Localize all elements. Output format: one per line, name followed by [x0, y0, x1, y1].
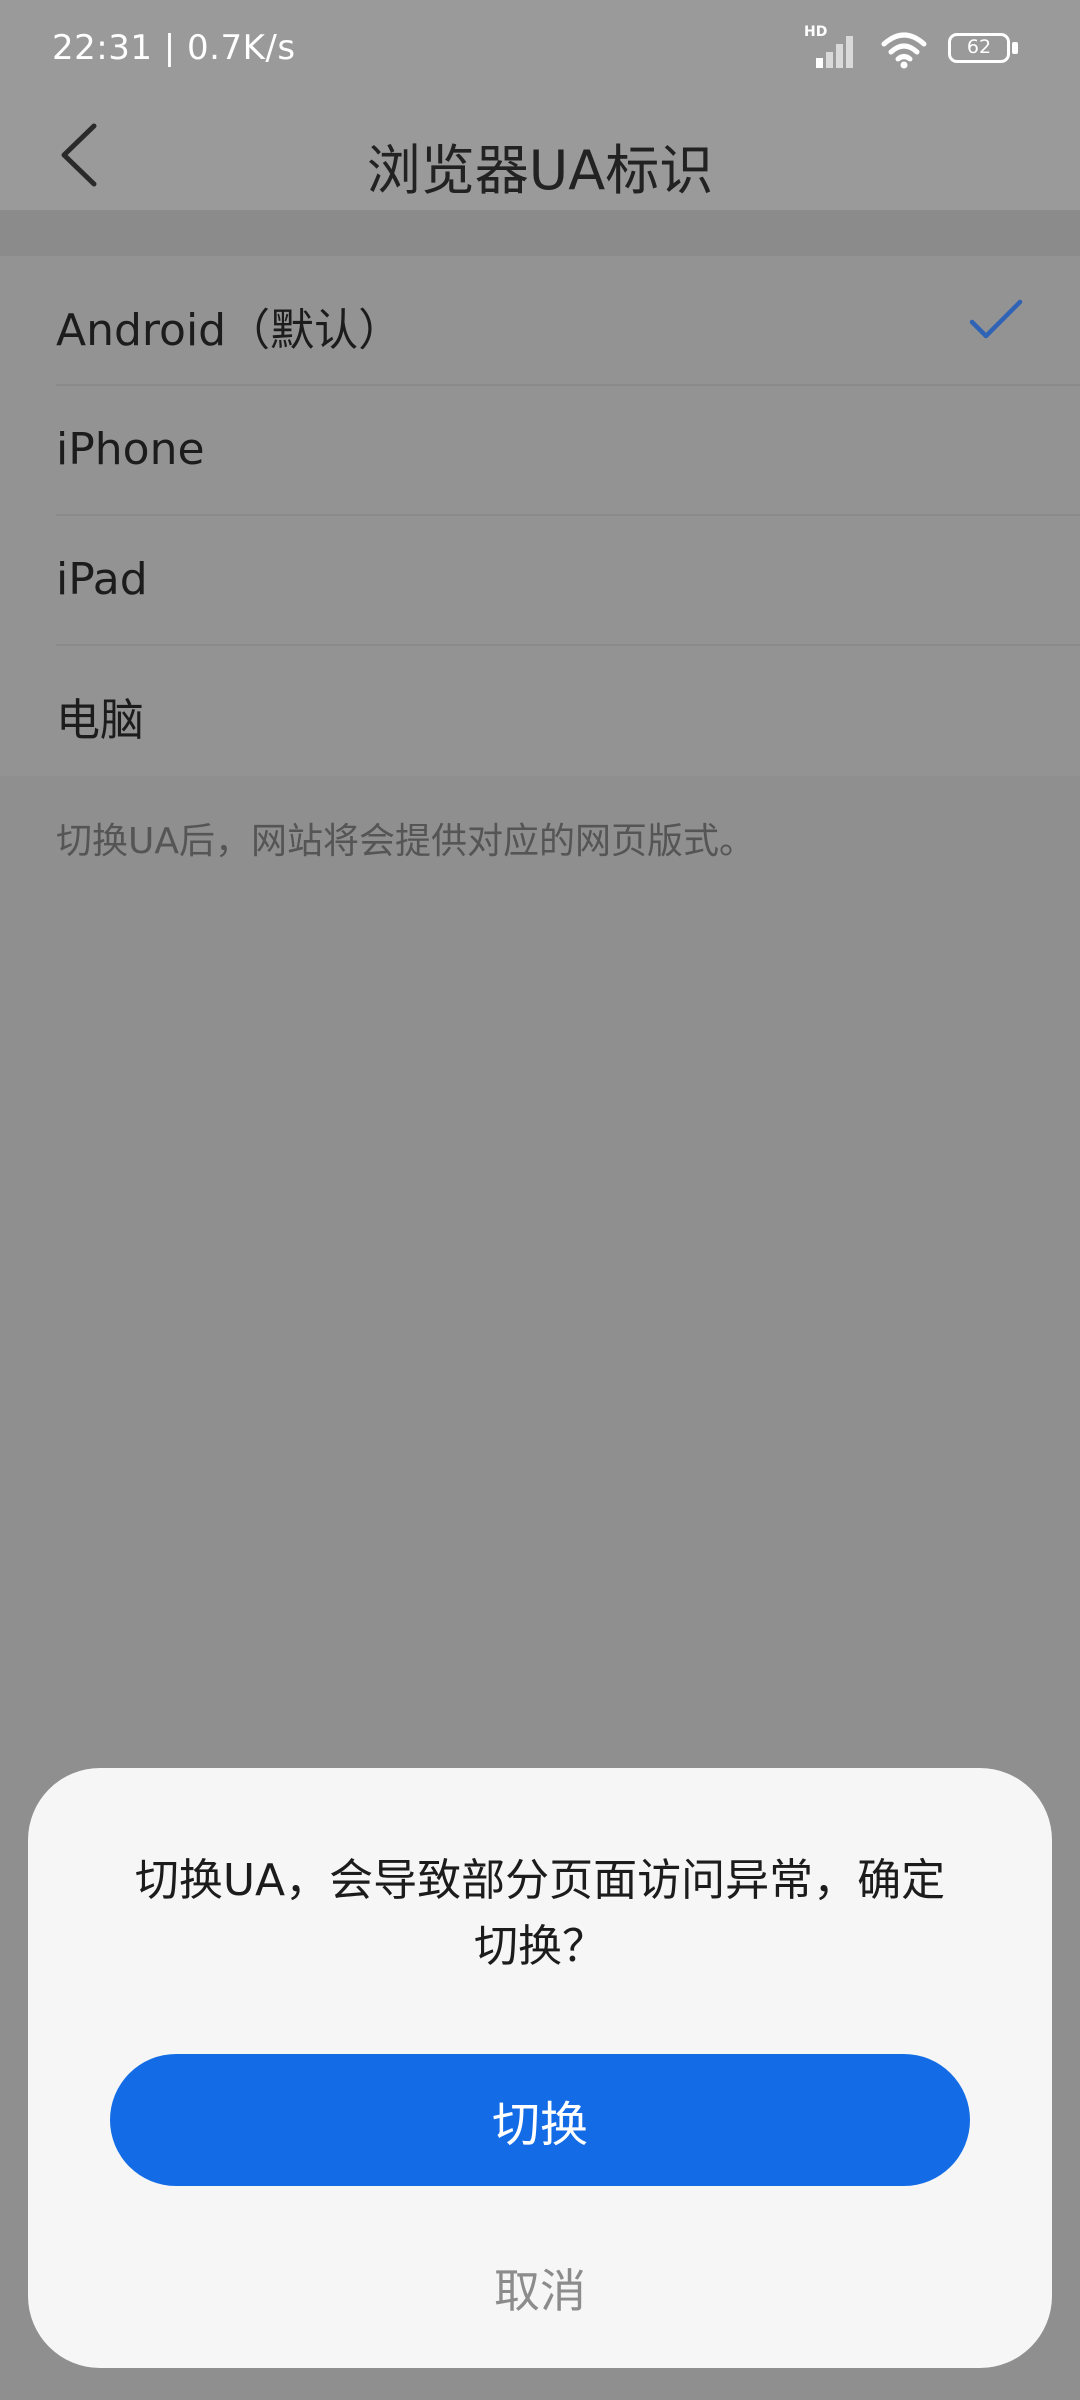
check-icon [969, 299, 1023, 339]
toolbar: 浏览器UA标识 [0, 100, 1080, 212]
page-title: 浏览器UA标识 [366, 139, 714, 202]
ua-option-label: iPad [56, 554, 148, 605]
ua-option-android[interactable]: Android（默认） [0, 256, 1080, 386]
ua-hint-text: 切换UA后，网站将会提供对应的网页版式。 [56, 821, 755, 862]
hd-label: HD [804, 24, 828, 40]
ua-option-label: iPhone [56, 424, 205, 475]
wifi-icon [881, 32, 927, 69]
section-gap [0, 212, 1080, 256]
confirm-dialog: 切换UA，会导致部分页面访问异常，确定切换？ 切换 取消 [28, 1768, 1052, 2368]
dialog-message: 切换UA，会导致部分页面访问异常，确定切换？ [134, 1855, 946, 1972]
ua-option-ipad[interactable]: iPad [0, 516, 1080, 646]
ua-option-iphone[interactable]: iPhone [0, 386, 1080, 516]
status-bar: 22:31 | 0.7K/s HD 62 [0, 0, 1080, 100]
ua-option-label: Android（默认） [56, 305, 403, 356]
cancel-button[interactable]: 取消 [390, 2246, 690, 2330]
switch-button[interactable]: 切换 [110, 2054, 970, 2186]
battery-icon: 62 [948, 33, 1020, 67]
status-icons: HD 62 [804, 24, 1020, 74]
signal-icon: HD [804, 24, 860, 70]
ua-option-list: Android（默认） iPhone iPad 电脑 [0, 256, 1080, 776]
status-time-speed: 22:31 | 0.7K/s [52, 28, 296, 68]
battery-level: 62 [966, 36, 992, 58]
ua-option-desktop[interactable]: 电脑 [0, 646, 1080, 776]
ua-option-label: 电脑 [56, 695, 144, 746]
